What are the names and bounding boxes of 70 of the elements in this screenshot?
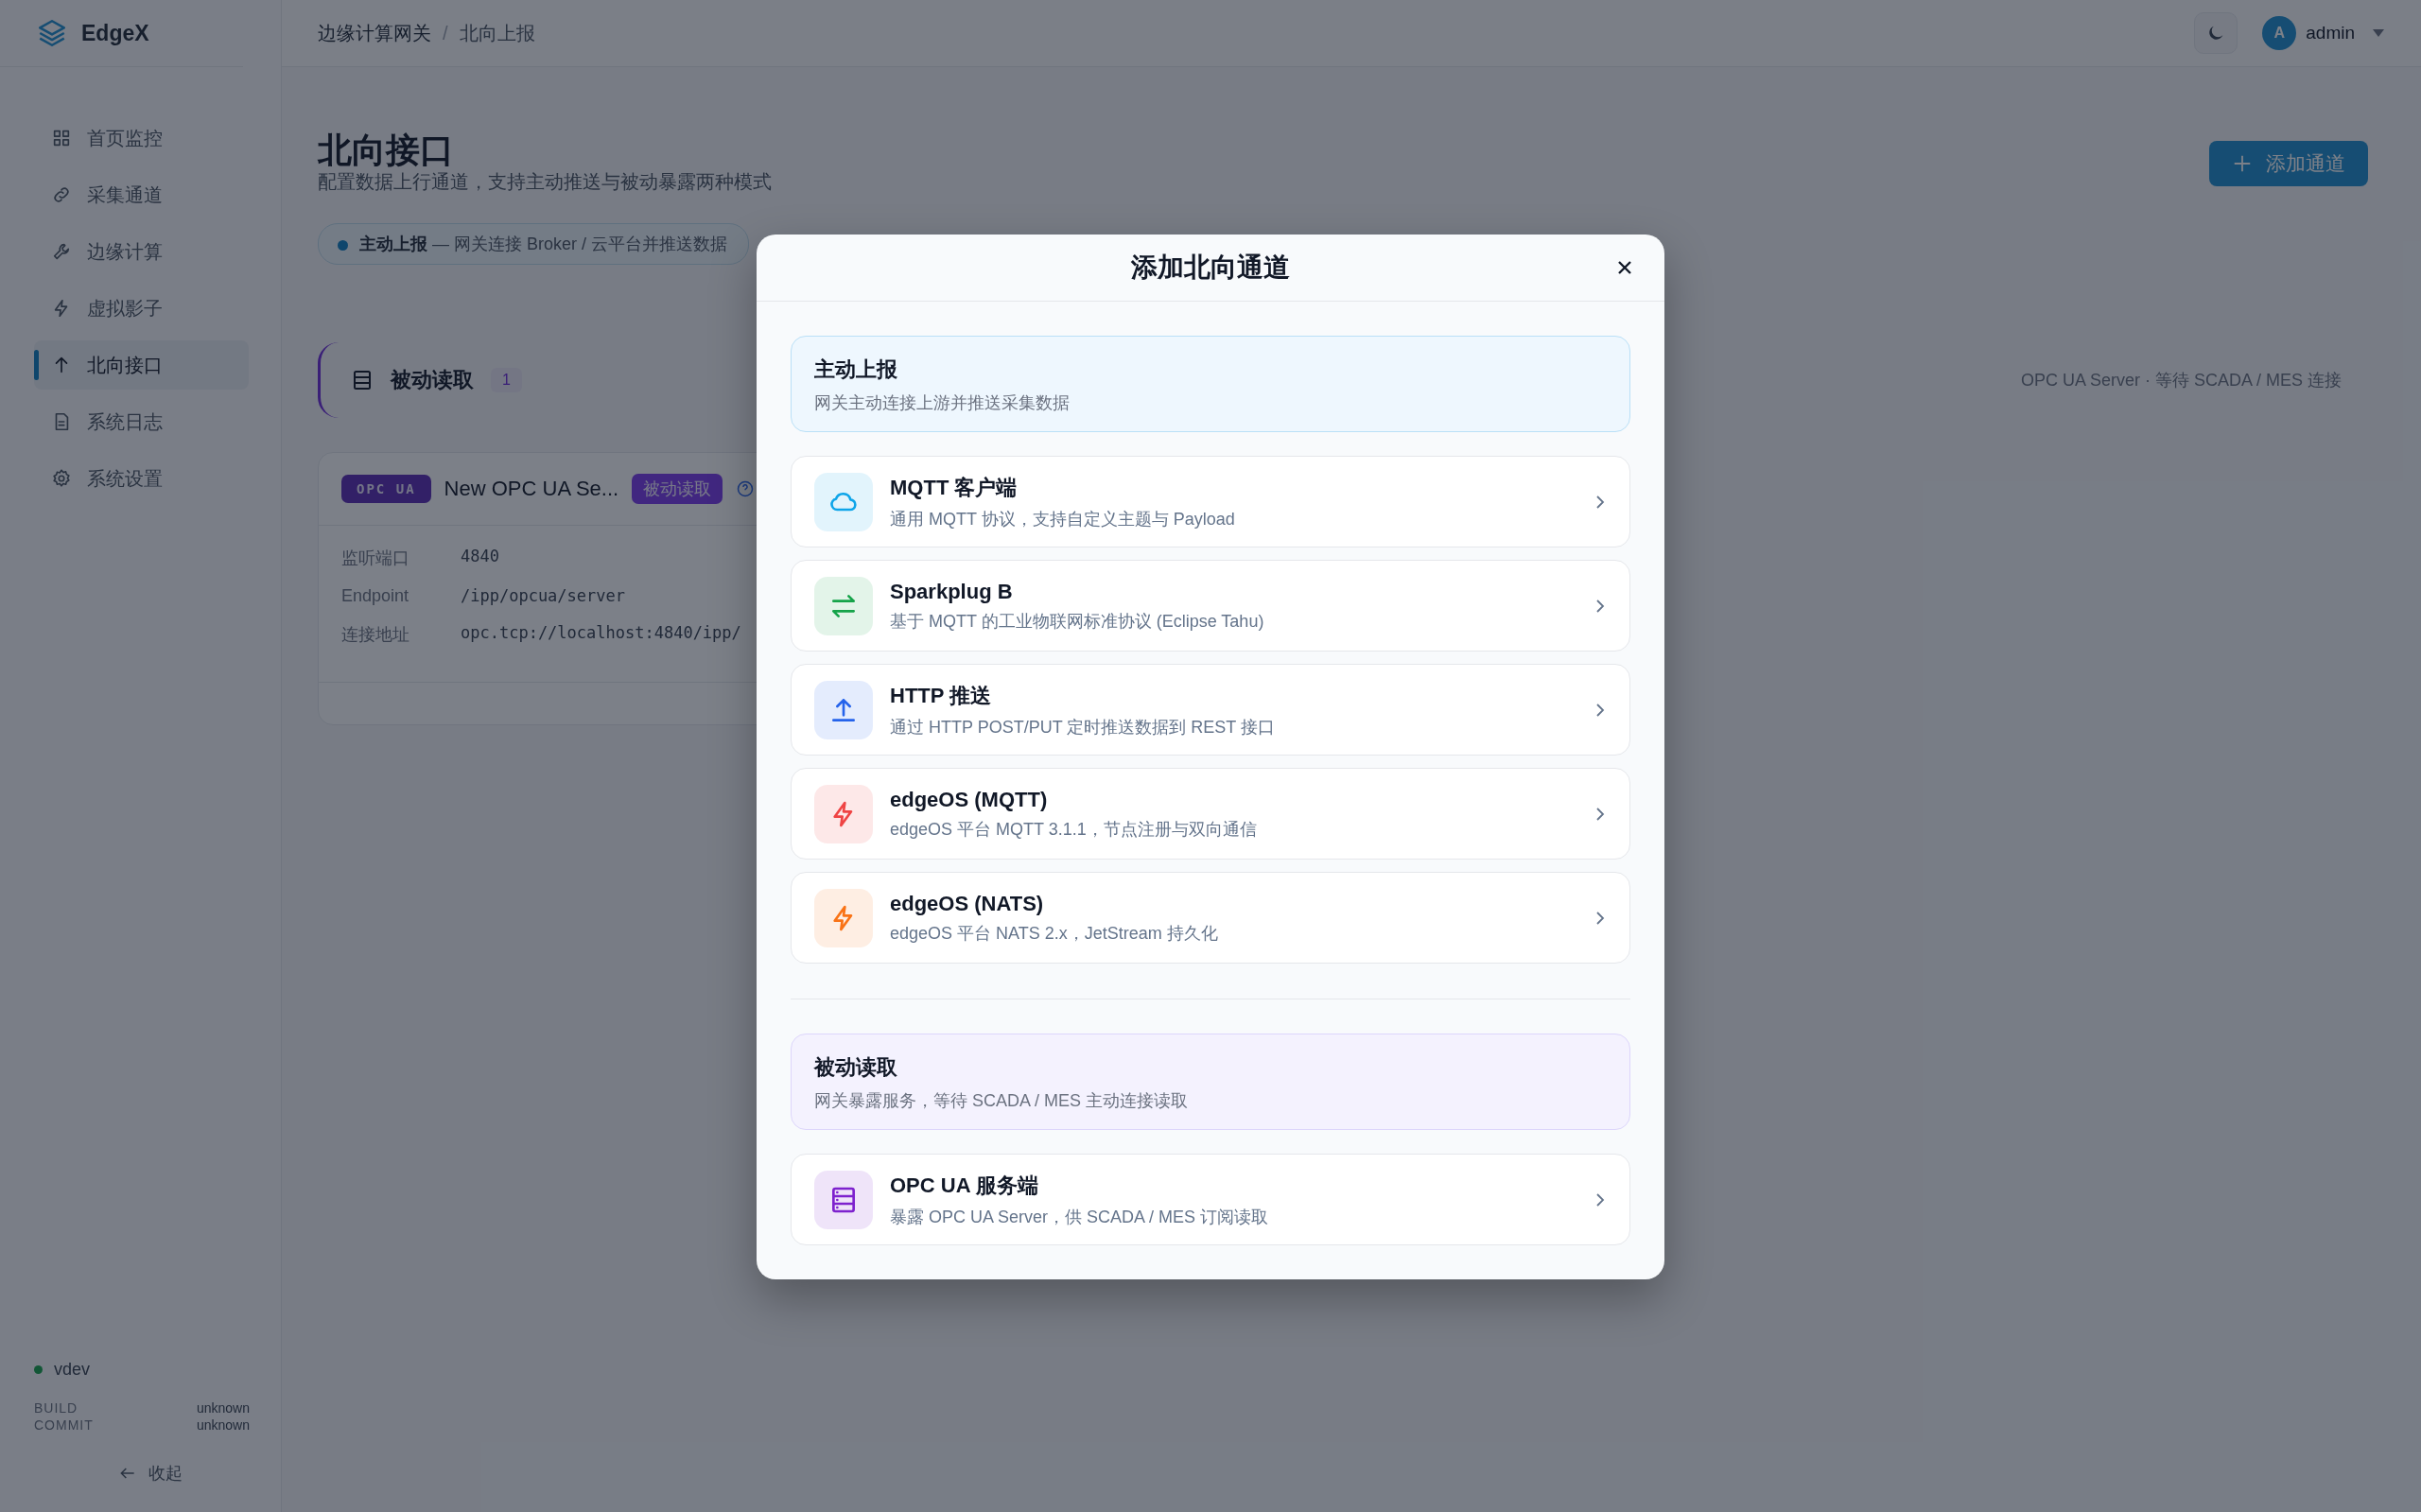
option-title: edgeOS (MQTT) — [890, 787, 1049, 812]
wrench-icon — [51, 241, 72, 262]
group-title: 主动上报 — [814, 356, 898, 383]
sidebar-item[interactable]: 北向接口 — [34, 340, 249, 390]
protocol-option[interactable]: edgeOS (MQTT) edgeOS 平台 MQTT 3.1.1，节点注册与双向通信 — [791, 768, 1630, 860]
breadcrumb-separator: / — [443, 22, 448, 44]
option-title: OPC UA 服务端 — [890, 1172, 1039, 1199]
option-title: edgeOS (NATS) — [890, 891, 1045, 916]
status-dot — [34, 1365, 43, 1374]
close-icon — [1617, 260, 1632, 275]
help-icon[interactable] — [736, 479, 756, 498]
dialog-title: 添加北向通道 — [1131, 252, 1290, 284]
option-description: edgeOS 平台 NATS 2.x，JetStream 持久化 — [890, 922, 1218, 945]
page-subtitle: 配置数据上行通道，支持主动推送与被动暴露两种模式 — [318, 170, 772, 194]
mode-badge: 被动读取 — [632, 474, 723, 504]
page-title: 北向接口 — [318, 130, 455, 171]
option-title: Sparkplug B — [890, 579, 1014, 604]
sidebar-item[interactable]: 采集通道 — [34, 170, 249, 219]
build-info-label: COMMIT — [34, 1417, 95, 1433]
field-label: Endpoint — [341, 586, 410, 606]
option-description: 通用 MQTT 协议，支持自定义主题与 Payload — [890, 508, 1235, 530]
build-info-value: unknown — [196, 1400, 250, 1416]
server-icon — [351, 369, 374, 391]
user-name[interactable]: admin — [2306, 23, 2355, 43]
option-title: HTTP 推送 — [890, 682, 993, 709]
field-label: 连接地址 — [341, 624, 410, 646]
theme-toggle-button[interactable] — [2194, 12, 2238, 54]
option-title: MQTT 客户端 — [890, 474, 1019, 501]
group-description: 网关暴露服务，等待 SCADA / MES 主动连接读取 — [814, 1090, 1190, 1112]
group-description: 网关主动连接上游并推送采集数据 — [814, 392, 1071, 414]
user-avatar[interactable]: A — [2262, 16, 2297, 50]
field-label: 监听端口 — [341, 547, 410, 569]
protocol-option[interactable]: MQTT 客户端 通用 MQTT 协议，支持自定义主题与 Payload — [791, 456, 1630, 547]
channel-name: New OPC UA Se... — [444, 477, 619, 501]
mode-chip: 主动上报 — 网关连接 Broker / 云平台并推送数据 — [318, 223, 750, 265]
count-badge: 1 — [491, 368, 522, 392]
sidebar-item[interactable]: 虚拟影子 — [34, 284, 249, 333]
protocol-badge: OPC UA — [341, 475, 431, 503]
group-title: 被动读取 — [814, 1054, 898, 1081]
link-icon — [51, 184, 72, 205]
collapse-button[interactable]: 收起 — [112, 1461, 188, 1486]
protocol-option[interactable]: OPC UA 服务端 暴露 OPC UA Server，供 SCADA / MES 订阅读取 — [791, 1154, 1630, 1245]
build-info-value: unknown — [196, 1417, 250, 1433]
protocol-option[interactable]: edgeOS (NATS) edgeOS 平台 NATS 2.x，JetStream 持久化 — [791, 872, 1630, 964]
grid-icon — [51, 128, 72, 148]
protocol-option[interactable]: HTTP 推送 通过 HTTP POST/PUT 定时推送数据到 REST 接口 — [791, 664, 1630, 756]
sidebar-item[interactable]: 系统日志 — [34, 397, 249, 446]
field-value: 4840 — [461, 547, 499, 567]
gear-icon — [51, 468, 72, 489]
caret-icon[interactable] — [2372, 28, 2385, 38]
build-info-label: BUILD — [34, 1400, 79, 1416]
add-channel-button[interactable]: 添加通道 — [2209, 141, 2368, 186]
option-description: 暴露 OPC UA Server，供 SCADA / MES 订阅读取 — [890, 1206, 1269, 1228]
option-description: 通过 HTTP POST/PUT 定时推送数据到 REST 接口 — [890, 716, 1276, 739]
logo-icon — [36, 17, 68, 49]
section-title: 被动读取 — [391, 367, 474, 393]
app-name: EdgeX — [81, 20, 149, 46]
section-note: OPC UA Server · 等待 SCADA / MES 连接 — [2020, 370, 2342, 391]
option-description: 基于 MQTT 的工业物联网标准协议 (Eclipse Tahu) — [890, 610, 1264, 633]
protocol-option[interactable]: Sparkplug B 基于 MQTT 的工业物联网标准协议 (Eclipse Tahu) — [791, 560, 1630, 652]
breadcrumb-item[interactable]: 边缘计算网关 — [318, 20, 431, 46]
option-description: edgeOS 平台 MQTT 3.1.1，节点注册与双向通信 — [890, 818, 1257, 841]
version-label: vdev — [54, 1360, 91, 1380]
sidebar-item[interactable]: 首页监控 — [34, 113, 249, 163]
sidebar-item[interactable]: 系统设置 — [34, 454, 249, 503]
plus-icon — [2232, 153, 2253, 174]
field-value: /ipp/opcua/server — [461, 586, 625, 606]
field-value: opc.tcp://localhost:4840/ipp/ — [461, 623, 741, 644]
breadcrumb-item: 北向上报 — [459, 21, 535, 45]
sidebar-item[interactable]: 边缘计算 — [34, 227, 249, 276]
